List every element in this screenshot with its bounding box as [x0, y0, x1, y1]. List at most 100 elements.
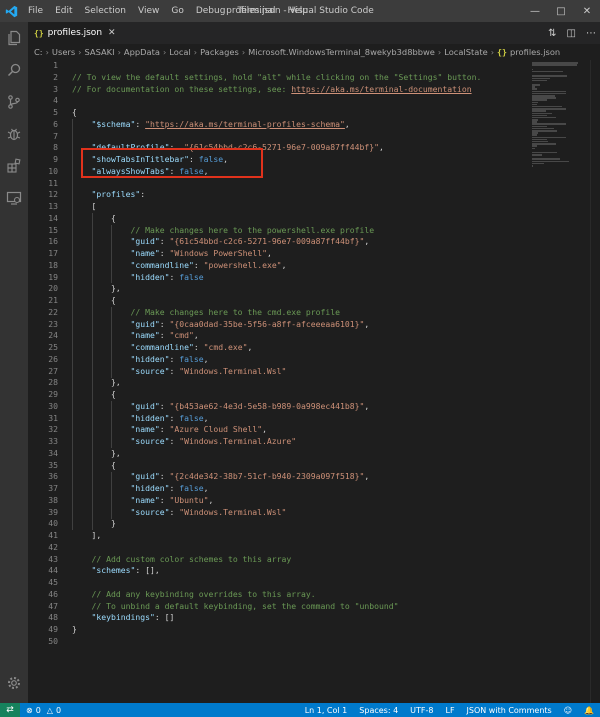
code-line[interactable]: "$schema": "https://aka.ms/terminal-prof…: [72, 119, 532, 131]
menu-help[interactable]: Help: [281, 0, 314, 22]
code-line[interactable]: "guid": "{0caa0dad-35be-5f56-a8ff-afceee…: [72, 319, 532, 331]
code-line[interactable]: [72, 95, 532, 107]
code-line[interactable]: "source": "Windows.Terminal.Wsl": [72, 507, 532, 519]
breadcrumb-item[interactable]: AppData: [124, 47, 160, 57]
code-line[interactable]: // For documentation on these settings, …: [72, 84, 532, 96]
tab-close-icon[interactable]: ✕: [108, 28, 116, 38]
source-control-icon[interactable]: [0, 86, 28, 118]
menu-debug[interactable]: Debug: [190, 0, 232, 22]
breadcrumb-item[interactable]: Microsoft.WindowsTerminal_8wekyb3d8bbwe: [248, 47, 435, 57]
language-mode[interactable]: JSON with Comments: [467, 706, 552, 715]
code-line[interactable]: {: [72, 295, 532, 307]
code-line[interactable]: }: [72, 518, 532, 530]
code-line[interactable]: "hidden": false,: [72, 413, 532, 425]
code-line[interactable]: // To unbind a default keybinding, set t…: [72, 601, 532, 613]
code-line[interactable]: // To view the default settings, hold "a…: [72, 72, 532, 84]
close-icon[interactable]: ✕: [574, 0, 600, 22]
code-line[interactable]: "hidden": false,: [72, 354, 532, 366]
code-line[interactable]: "hidden": false: [72, 272, 532, 284]
code-line[interactable]: [72, 636, 532, 648]
code-line[interactable]: // Add any keybinding overrides to this …: [72, 589, 532, 601]
breadcrumb-item[interactable]: LocalState: [444, 47, 487, 57]
vertical-scrollbar[interactable]: [590, 60, 600, 703]
code-line[interactable]: "commandline": "cmd.exe",: [72, 342, 532, 354]
menu-view[interactable]: View: [132, 0, 165, 22]
menu-go[interactable]: Go: [165, 0, 189, 22]
code-editor[interactable]: 1 2 3 4 5 6 7 8 9 10 11 12 13 14 15 16 17 18 19 20 21 22 23 24 2…: [28, 60, 600, 703]
breadcrumb-item[interactable]: Users: [52, 47, 75, 57]
code-line[interactable]: [: [72, 201, 532, 213]
code-line[interactable]: "keybindings": []: [72, 612, 532, 624]
vscode-logo-icon[interactable]: [0, 0, 22, 22]
code-line[interactable]: [72, 178, 532, 190]
token-link[interactable]: https://aka.ms/terminal-documentation: [291, 84, 471, 94]
code-line[interactable]: // Add custom color schemes to this arra…: [72, 554, 532, 566]
code-line[interactable]: [72, 577, 532, 589]
code-line[interactable]: "name": "cmd",: [72, 330, 532, 342]
code-line[interactable]: "commandline": "powershell.exe",: [72, 260, 532, 272]
token-link[interactable]: "https://aka.ms/terminal-profiles-schema…: [145, 119, 345, 129]
cursor-position[interactable]: Ln 1, Col 1: [305, 706, 348, 715]
breadcrumb-item[interactable]: C:: [34, 47, 43, 57]
search-icon[interactable]: [0, 54, 28, 86]
minimap[interactable]: [532, 60, 590, 170]
line-number: 6: [53, 118, 58, 129]
breadcrumb-item[interactable]: profiles.json: [510, 47, 560, 57]
line-number: 2: [53, 71, 58, 82]
indentation[interactable]: Spaces: 4: [359, 706, 398, 715]
line-number: 5: [53, 107, 58, 117]
code-line[interactable]: {: [72, 213, 532, 225]
breadcrumb-item[interactable]: Local: [169, 47, 191, 57]
more-actions-icon[interactable]: ⋯: [586, 28, 596, 39]
end-of-line[interactable]: LF: [445, 706, 454, 715]
tab-profiles-json[interactable]: {} profiles.json ✕: [28, 22, 116, 44]
remote-explorer-icon[interactable]: [0, 182, 28, 214]
problems-indicator[interactable]: ⊗ 0 △ 0: [20, 706, 61, 715]
code-line[interactable]: "guid": "{2c4de342-38b7-51cf-b940-2309a0…: [72, 471, 532, 483]
code-line[interactable]: // Make changes here to the powershell.e…: [72, 225, 532, 237]
line-number: 44: [48, 565, 58, 576]
breadcrumb-item[interactable]: SASAKI: [84, 47, 114, 57]
menu-terminal[interactable]: Terminal: [231, 0, 281, 22]
minimize-icon[interactable]: —: [522, 0, 548, 22]
breadcrumb-item[interactable]: Packages: [200, 47, 239, 57]
code-line[interactable]: [72, 60, 532, 72]
code-line[interactable]: [72, 542, 532, 554]
menu-selection[interactable]: Selection: [79, 0, 132, 22]
code-line[interactable]: "profiles":: [72, 189, 532, 201]
code-line[interactable]: {: [72, 389, 532, 401]
encoding[interactable]: UTF-8: [410, 706, 433, 715]
code-line[interactable]: }: [72, 624, 532, 636]
code-line[interactable]: "name": "Azure Cloud Shell",: [72, 424, 532, 436]
code-line[interactable]: "name": "Ubuntu",: [72, 495, 532, 507]
split-editor-icon[interactable]: ◫: [567, 28, 576, 39]
token-punc: },: [72, 447, 121, 458]
code-line[interactable]: ],: [72, 530, 532, 542]
open-changes-icon[interactable]: ⇅: [548, 28, 556, 39]
feedback-icon[interactable]: ☺: [564, 706, 572, 715]
code-line[interactable]: "guid": "{b453ae62-4e3d-5e58-b989-0a998e…: [72, 401, 532, 413]
maximize-icon[interactable]: □: [548, 0, 574, 22]
code-line[interactable]: "guid": "{61c54bbd-c2c6-5271-96e7-009a87…: [72, 236, 532, 248]
menu-file[interactable]: File: [22, 0, 49, 22]
code-line[interactable]: {: [72, 460, 532, 472]
code-line[interactable]: [72, 131, 532, 143]
code-line[interactable]: },: [72, 283, 532, 295]
code-line[interactable]: "schemes": [],: [72, 565, 532, 577]
code-line[interactable]: // Make changes here to the cmd.exe prof…: [72, 307, 532, 319]
code-line[interactable]: "name": "Windows PowerShell",: [72, 248, 532, 260]
code-line[interactable]: "hidden": false,: [72, 483, 532, 495]
notifications-icon[interactable]: 🔔: [584, 706, 594, 715]
code-line[interactable]: },: [72, 377, 532, 389]
debug-icon[interactable]: [0, 118, 28, 150]
explorer-icon[interactable]: [0, 22, 28, 54]
settings-gear-icon[interactable]: [0, 667, 28, 699]
extensions-icon[interactable]: [0, 150, 28, 182]
remote-indicator-icon[interactable]: ⇄: [0, 703, 20, 717]
code-line[interactable]: },: [72, 448, 532, 460]
code-line[interactable]: "source": "Windows.Terminal.Azure": [72, 436, 532, 448]
menu-edit[interactable]: Edit: [49, 0, 78, 22]
token-str: "Azure Cloud Shell": [169, 424, 263, 435]
code-line[interactable]: {: [72, 107, 532, 119]
code-line[interactable]: "source": "Windows.Terminal.Wsl": [72, 366, 532, 378]
